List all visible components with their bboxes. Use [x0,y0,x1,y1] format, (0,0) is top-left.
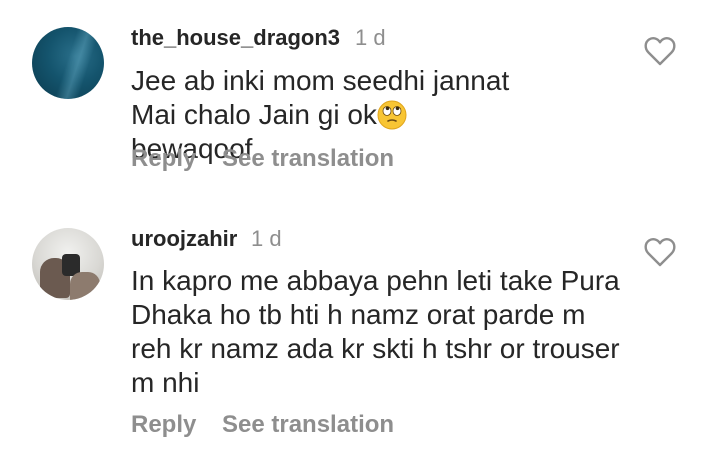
heart-outline-icon[interactable] [643,35,677,67]
comment-text-body: Jee ab inki mom seedhi jannat Mai chalo … [131,65,510,130]
comment-item: uroojzahir 1 d In kapro me abbaya pehn l… [0,200,720,459]
comment-timestamp: 1 d [355,25,386,50]
heart-outline-icon[interactable] [643,236,677,268]
avatar-photo-figure [70,272,100,300]
avatar[interactable] [32,27,104,99]
comment-text: In kapro me abbaya pehn leti take Pura D… [131,265,620,398]
see-translation-button[interactable]: See translation [222,411,394,439]
comment-item: the_house_dragon3 1 d Jee ab inki mom se… [0,0,720,200]
rolling-eyes-emoji-icon [377,100,407,130]
comment-username[interactable]: the_house_dragon3 [131,25,340,51]
reply-button[interactable]: Reply [131,411,196,439]
comment-timestamp: 1 d [251,226,282,251]
avatar[interactable] [32,228,104,300]
comment-username[interactable]: uroojzahir [131,226,237,252]
see-translation-button[interactable]: See translation [222,145,394,173]
reply-button[interactable]: Reply [131,145,196,173]
